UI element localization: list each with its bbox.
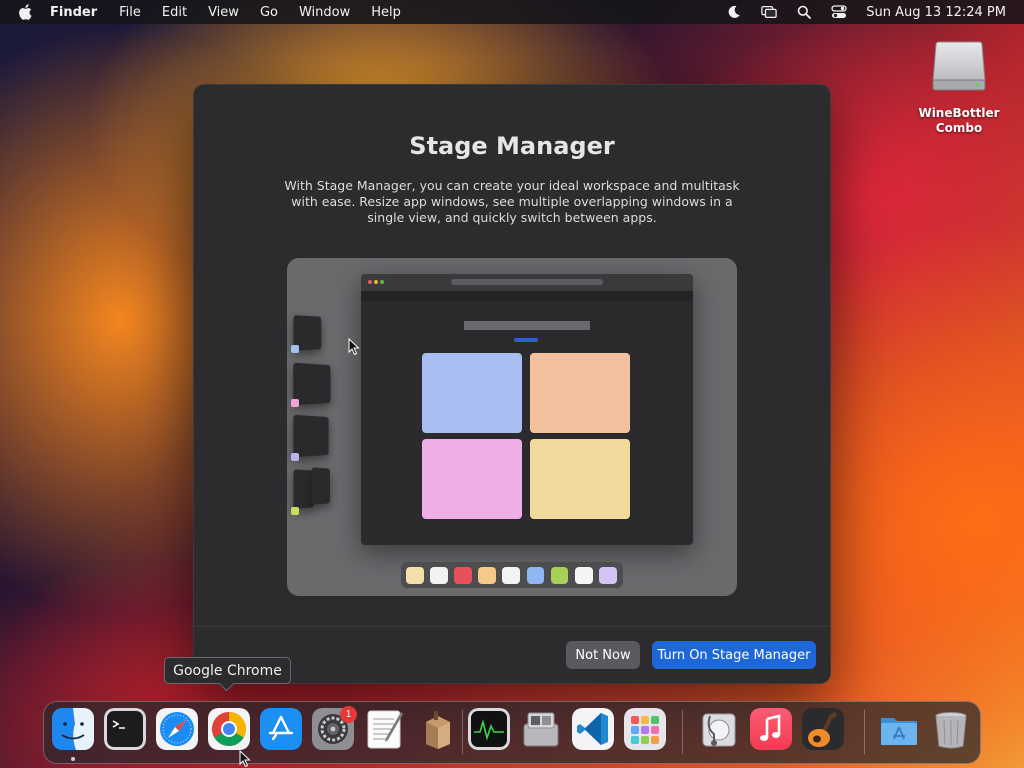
minimize-dot-icon — [374, 280, 378, 284]
dock: 1 — [43, 701, 981, 764]
winebottler-icon — [426, 711, 450, 749]
vscode-icon — [572, 708, 614, 750]
stage-thumbnail-dot — [291, 507, 299, 515]
stage-thumbnail — [293, 414, 329, 458]
menu-window[interactable]: Window — [299, 5, 350, 20]
dock-activity-monitor[interactable] — [468, 708, 510, 750]
illustration-main-window — [361, 274, 693, 545]
dialog-separator — [193, 626, 831, 627]
menu-go[interactable]: Go — [260, 5, 278, 20]
dock-terminal[interactable] — [104, 708, 146, 750]
external-disk-icon — [932, 41, 986, 91]
color-tile-yellow — [530, 439, 630, 519]
color-tile-peach — [530, 353, 630, 433]
stage-thumbnail — [293, 362, 331, 406]
trash-icon — [935, 712, 967, 749]
menu-file[interactable]: File — [119, 5, 141, 20]
control-center-icon[interactable] — [831, 4, 847, 20]
dock-disk-utility[interactable] — [698, 708, 740, 750]
mouse-pointer-icon — [239, 750, 251, 768]
dock-trash[interactable] — [930, 708, 972, 750]
menu-help[interactable]: Help — [371, 5, 401, 20]
zoom-dot-icon — [380, 280, 384, 284]
screen-mirroring-icon[interactable] — [761, 4, 778, 20]
dock-swatch — [478, 566, 497, 584]
dock-finder[interactable] — [52, 708, 94, 750]
stage-thumbnail — [311, 467, 330, 505]
stage-manager-illustration — [287, 258, 737, 596]
dock-swatch — [502, 566, 521, 584]
menu-edit[interactable]: Edit — [162, 5, 187, 20]
dock-divider — [682, 710, 683, 754]
running-indicator — [71, 757, 75, 761]
moon-icon[interactable] — [726, 4, 742, 20]
close-dot-icon — [368, 280, 372, 284]
stage-thumbnail-dot — [291, 399, 299, 407]
finder-icon — [52, 708, 94, 750]
dock-boot-camp-assistant[interactable] — [520, 708, 562, 750]
apple-menu-icon[interactable] — [18, 4, 32, 20]
window-toolbar — [361, 291, 693, 301]
window-heading-bar — [464, 321, 590, 330]
garageband-icon — [802, 708, 844, 750]
boot-camp-icon — [523, 712, 559, 747]
turn-on-stage-manager-button[interactable]: Turn On Stage Manager — [652, 641, 816, 669]
dock-divider — [864, 710, 865, 754]
stage-manager-dialog: Stage Manager With Stage Manager, you ca… — [193, 84, 831, 684]
dock-google-chrome[interactable] — [208, 708, 250, 750]
color-tile-pink — [422, 439, 522, 519]
dock-garageband[interactable] — [802, 708, 844, 750]
activity-monitor-icon — [468, 708, 510, 750]
music-icon — [750, 708, 792, 750]
dock-swatch — [598, 566, 617, 584]
dialog-title: Stage Manager — [409, 132, 615, 160]
menu-view[interactable]: View — [208, 5, 239, 20]
dock-swatch — [550, 566, 569, 584]
dock-divider — [462, 710, 463, 754]
dock-swatch — [574, 566, 593, 584]
dock-tooltip: Google Chrome — [164, 657, 291, 692]
notification-badge: 1 — [340, 706, 357, 723]
dialog-description: With Stage Manager, you can create your … — [284, 178, 740, 225]
safari-icon — [156, 708, 198, 750]
desktop-disk[interactable]: WineBottler Combo — [918, 36, 1000, 136]
dock-swatch — [454, 566, 473, 584]
dock-textedit[interactable] — [364, 708, 406, 750]
desktop-disk-label: WineBottler Combo — [918, 106, 1000, 135]
stage-thumbnail-dot — [291, 345, 299, 353]
window-url-bar — [451, 279, 603, 285]
illustration-dock — [401, 562, 623, 588]
chrome-icon — [208, 708, 250, 750]
applications-folder-icon — [881, 718, 917, 745]
window-link-bar — [514, 338, 538, 342]
dock-safari[interactable] — [156, 708, 198, 750]
dock-swatch — [406, 566, 424, 584]
menu-clock[interactable]: Sun Aug 13 12:24 PM — [866, 5, 1006, 20]
menu-app-name[interactable]: Finder — [50, 5, 97, 20]
dock-music[interactable] — [750, 708, 792, 750]
dock-launchpad[interactable] — [624, 708, 666, 750]
spotlight-search-icon[interactable] — [796, 4, 812, 20]
dock-app-store[interactable] — [260, 708, 302, 750]
terminal-icon — [104, 708, 146, 750]
textedit-icon — [367, 710, 403, 749]
dock-swatch — [430, 566, 448, 584]
not-now-button[interactable]: Not Now — [566, 641, 640, 669]
dock-winebottler[interactable] — [416, 708, 458, 750]
mouse-pointer-icon — [348, 338, 360, 356]
dock-visual-studio-code[interactable] — [572, 708, 614, 750]
dock-applications-folder[interactable] — [878, 708, 920, 750]
launchpad-icon — [624, 708, 666, 750]
color-tile-blue — [422, 353, 522, 433]
app-store-icon — [260, 708, 302, 750]
stage-thumbnail-dot — [291, 453, 299, 461]
menu-bar: Finder File Edit View Go Window Help Sun… — [0, 0, 1024, 24]
disk-utility-icon — [702, 713, 736, 747]
dock-swatch — [526, 566, 545, 584]
